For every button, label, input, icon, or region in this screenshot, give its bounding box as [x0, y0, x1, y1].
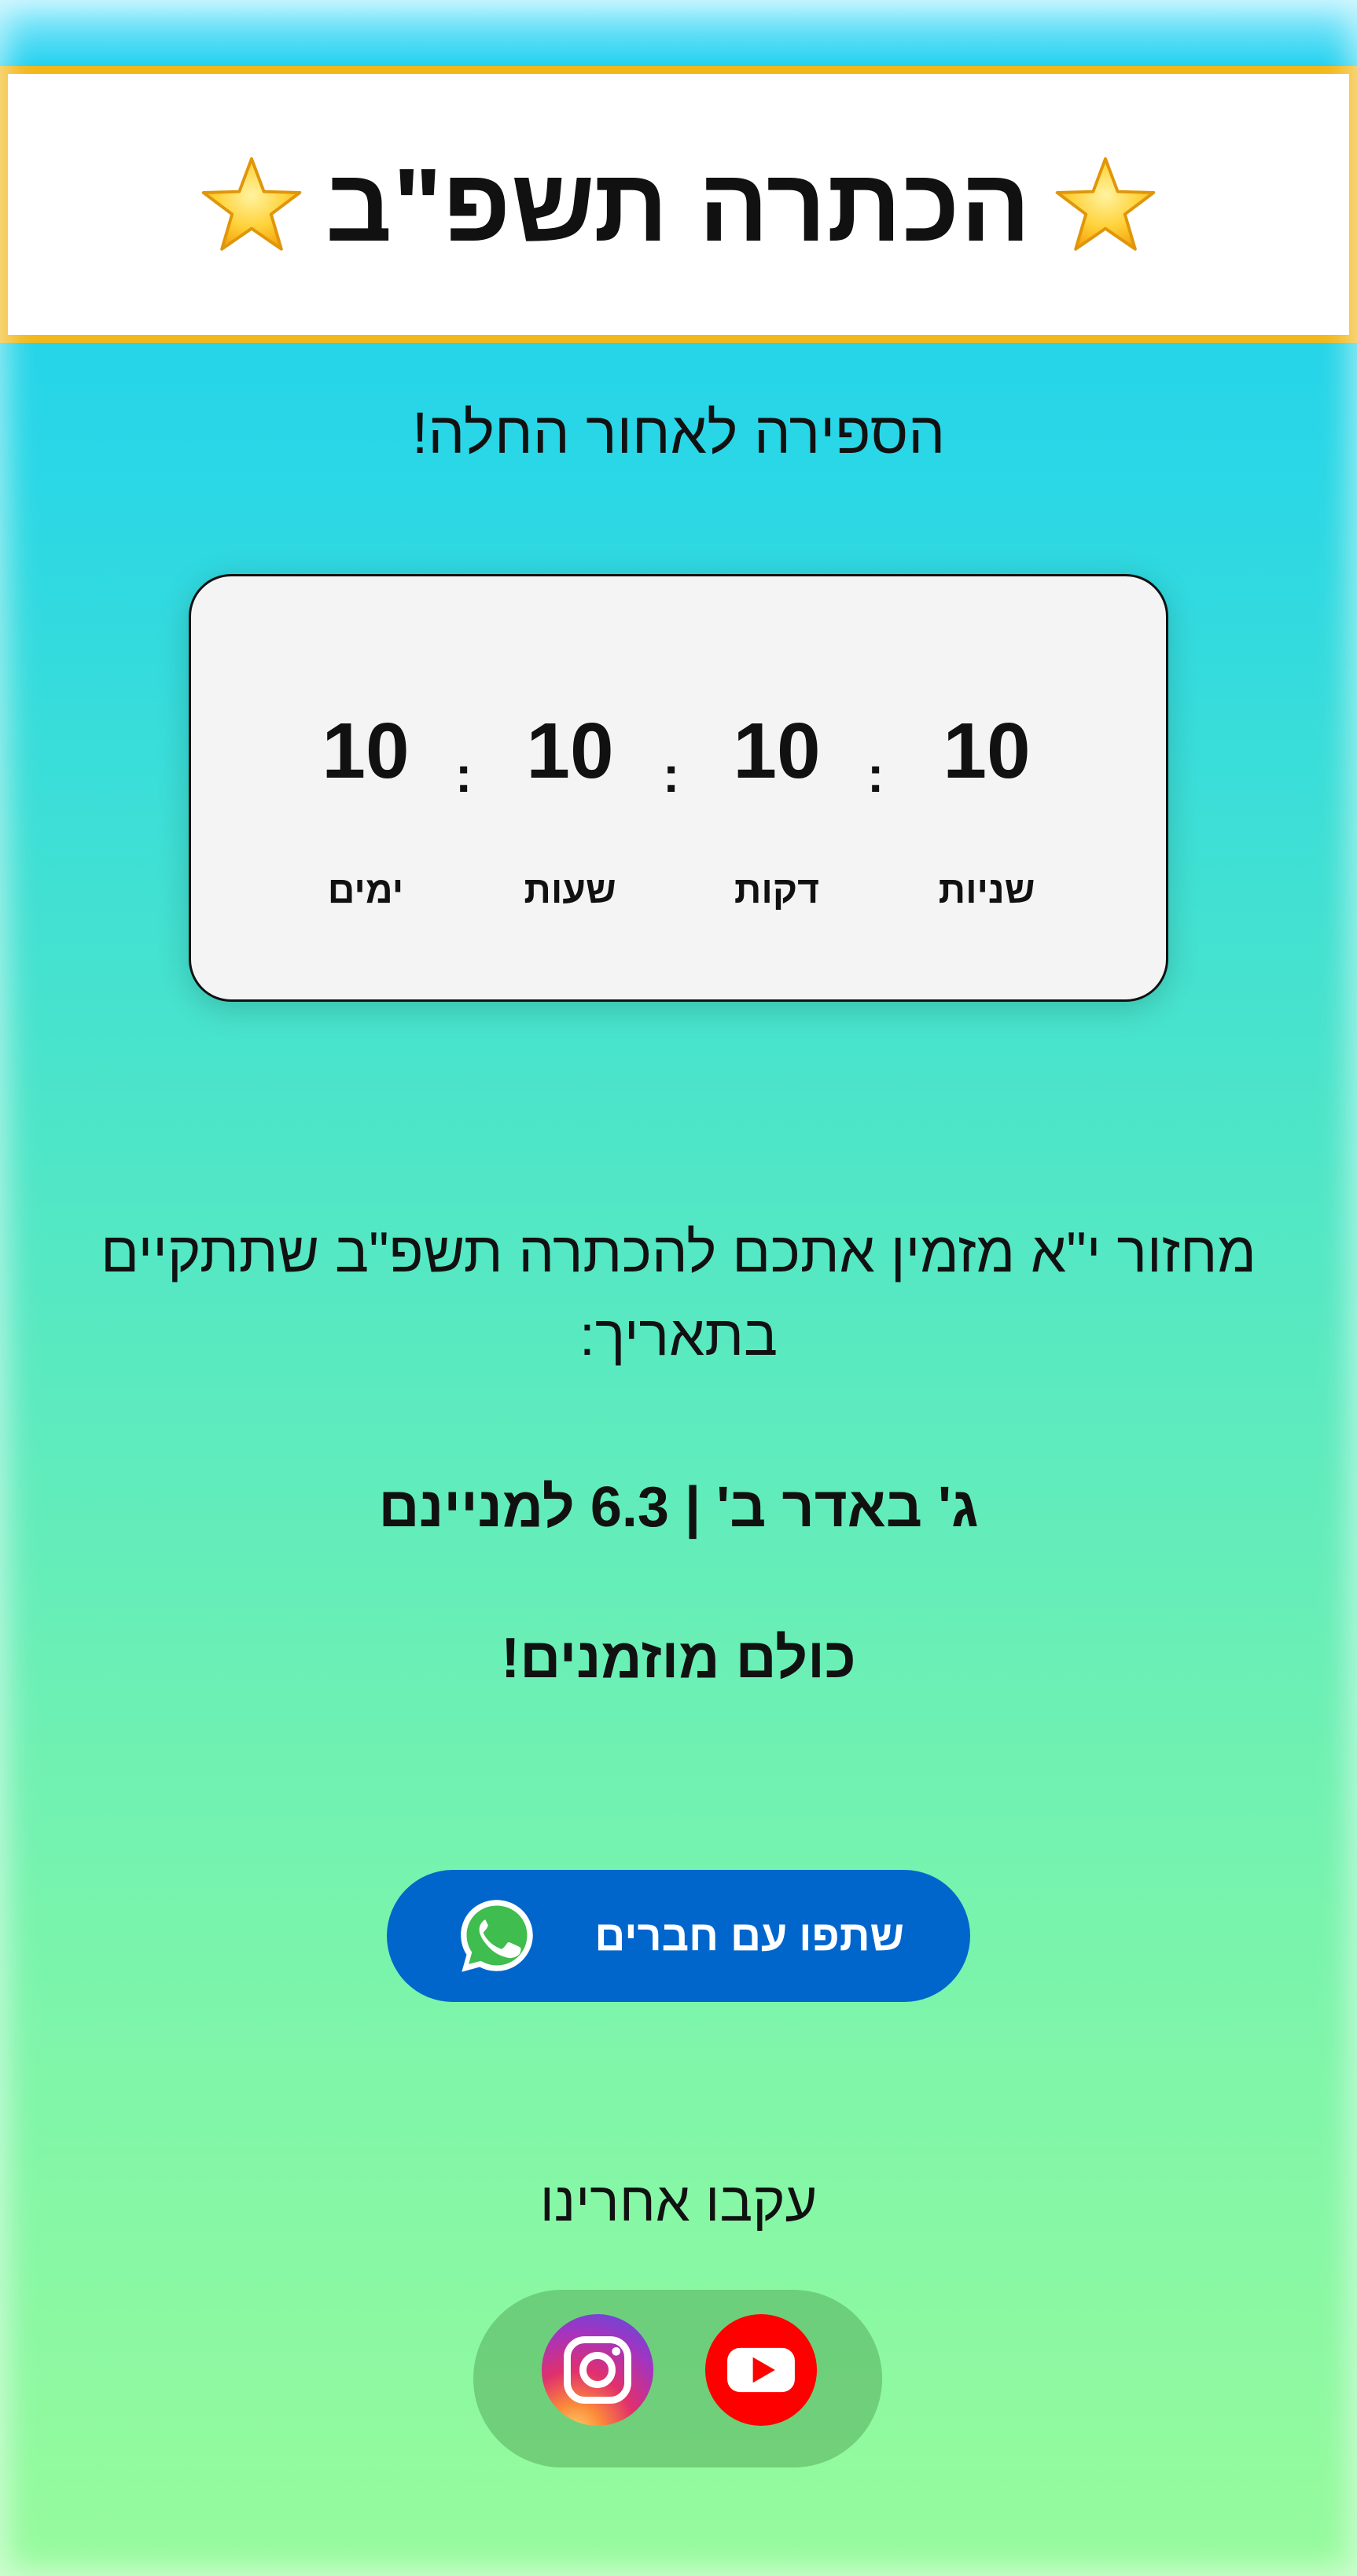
star-icon — [1055, 156, 1156, 251]
countdown-separator: : — [867, 746, 884, 803]
welcome-text: כולם מוזמנים! — [501, 1627, 856, 1690]
invite-text: מחזור י"א מזמין אתכם להכתרה תשפ"ב שתתקיי… — [101, 1221, 1256, 1367]
social-links — [473, 2290, 882, 2467]
whatsapp-icon — [461, 1900, 533, 1972]
event-date: ג' באדר ב' | 6.3 למניינם — [378, 1476, 979, 1539]
seconds-label: שניות — [938, 870, 1035, 911]
countdown-subtitle: הספירה לאחור החלה! — [411, 400, 946, 466]
countdown-separator: : — [455, 746, 473, 803]
hours-value: 10 — [526, 707, 614, 795]
follow-us-label: עקבו אחרינו — [539, 2171, 818, 2232]
page-header: הכתרה תשפ"ב — [0, 66, 1357, 343]
hours-label: שעות — [524, 870, 616, 911]
countdown-hours: 10 שעות — [476, 712, 664, 912]
days-label: ימים — [327, 870, 404, 911]
share-whatsapp-button[interactable]: שתפו עם חברים — [387, 1870, 970, 2002]
countdown-seconds: 10 שניות — [892, 712, 1081, 912]
countdown-panel: 10 ימים : 10 שעות : 10 דקות : 10 שניות — [189, 574, 1168, 1002]
share-button-label: שתפו עם חברים — [594, 1912, 904, 1960]
minutes-value: 10 — [733, 707, 821, 795]
minutes-label: דקות — [734, 870, 820, 911]
instagram-icon[interactable] — [539, 2312, 656, 2428]
countdown-separator: : — [663, 746, 680, 803]
countdown-days: 10 ימים — [271, 712, 460, 912]
youtube-icon[interactable] — [703, 2312, 819, 2428]
days-value: 10 — [322, 707, 410, 795]
page-title: הכתרה תשפ"ב — [325, 146, 1032, 263]
top-glow — [0, 0, 1357, 71]
seconds-value: 10 — [943, 707, 1031, 795]
star-icon — [201, 156, 302, 251]
countdown-minutes: 10 דקות — [682, 712, 871, 912]
